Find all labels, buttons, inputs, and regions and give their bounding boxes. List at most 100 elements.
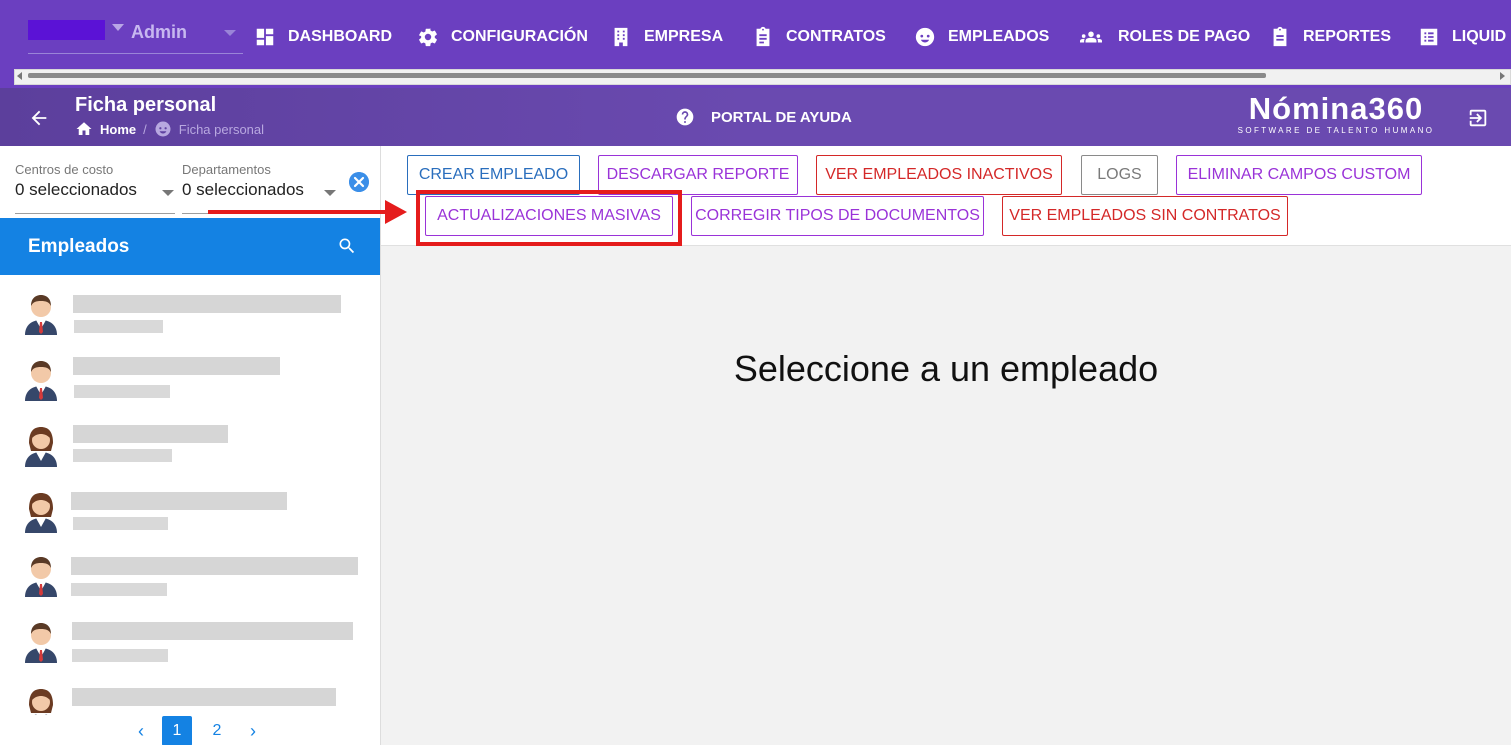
avatar-male-icon <box>25 623 57 663</box>
nav-contratos[interactable]: CONTRATOS <box>752 24 886 50</box>
chevron-left-icon[interactable]: ‹ <box>130 720 152 742</box>
help-portal-link[interactable]: PORTAL DE AYUDA <box>675 107 852 127</box>
nav-scrollbar-thumb[interactable] <box>28 73 1266 78</box>
search-icon[interactable] <box>337 236 357 256</box>
list-item[interactable] <box>0 547 380 611</box>
home-icon <box>76 122 92 135</box>
employee-name-redacted <box>73 357 280 375</box>
employee-id-redacted <box>73 517 168 530</box>
report-icon <box>1273 26 1287 47</box>
avatar-female-icon <box>25 493 57 533</box>
dashboard-icon <box>256 28 274 46</box>
employee-name-redacted <box>73 425 228 443</box>
clipboard-icon <box>756 26 770 47</box>
chevron-down-icon[interactable] <box>112 24 124 31</box>
role-selector[interactable]: Admin <box>131 22 187 43</box>
chevron-down-icon[interactable] <box>324 190 336 196</box>
empty-state-message: Seleccione a un empleado <box>733 348 1159 389</box>
breadcrumb-current: Ficha personal <box>178 121 265 137</box>
arrow-right-icon <box>385 200 407 224</box>
nav-label: EMPRESA <box>644 28 724 45</box>
employee-id-redacted <box>72 649 168 662</box>
list-item[interactable] <box>0 287 380 351</box>
logs-button[interactable]: LOGS <box>1081 155 1158 195</box>
list-icon <box>1420 28 1438 46</box>
logout-icon[interactable] <box>1467 107 1489 129</box>
departments-value[interactable]: 0 seleccionados <box>182 180 342 200</box>
avatar-female-icon <box>25 427 57 467</box>
view-employees-without-contracts-button[interactable]: VER EMPLEADOS SIN CONTRATOS <box>1002 196 1288 236</box>
nav-reportes[interactable]: REPORTES <box>1269 24 1391 50</box>
brand-logo: Nómina360 SOFTWARE DE TALENTO HUMANO <box>1236 92 1436 136</box>
breadcrumb: Home / Ficha personal <box>75 120 264 138</box>
employee-name-redacted <box>71 557 358 575</box>
scroll-right-icon[interactable] <box>1500 72 1505 80</box>
employee-name-redacted <box>72 688 336 706</box>
nav-liquidaciones[interactable]: LIQUID <box>1418 24 1506 50</box>
employee-id-redacted <box>71 583 167 596</box>
nav-label: ROLES DE PAGO <box>1118 28 1251 45</box>
departments-filter[interactable]: Departamentos 0 seleccionados <box>182 162 342 214</box>
employees-title: Empleados <box>28 236 130 257</box>
list-item[interactable] <box>0 419 380 483</box>
employee-name-redacted <box>71 492 287 510</box>
avatar-male-icon <box>25 361 57 401</box>
nav-label: CONFIGURACIÓN <box>451 28 588 45</box>
people-icon <box>1080 31 1102 43</box>
view-inactive-employees-button[interactable]: VER EMPLEADOS INACTIVOS <box>816 155 1062 195</box>
list-item[interactable] <box>0 351 380 415</box>
fix-document-types-button[interactable]: CORREGIR TIPOS DE DOCUMENTOS <box>691 196 984 236</box>
cost-centers-value[interactable]: 0 seleccionados <box>15 180 175 200</box>
nav-empresa[interactable]: EMPRESA <box>610 24 723 50</box>
list-item[interactable] <box>0 613 380 677</box>
cost-centers-underline <box>15 213 175 214</box>
chevron-right-icon[interactable]: › <box>242 720 264 742</box>
departments-label: Departamentos <box>182 162 271 177</box>
company-selector[interactable] <box>28 20 105 40</box>
annotation-arrow <box>208 210 388 214</box>
chevron-down-icon[interactable] <box>162 190 174 196</box>
nav-label: LIQUID <box>1452 28 1507 45</box>
avatar-male-icon <box>25 557 57 597</box>
gear-icon <box>419 28 437 47</box>
nav-dashboard[interactable]: DASHBOARD <box>254 24 392 50</box>
page-1-button[interactable]: 1 <box>162 716 192 745</box>
avatar-female-icon <box>29 689 53 715</box>
help-portal-label: PORTAL DE AYUDA <box>711 108 852 126</box>
role-selector-underline <box>28 53 243 54</box>
list-item[interactable] <box>0 483 380 547</box>
cost-centers-label: Centros de costo <box>15 162 114 177</box>
chevron-down-icon[interactable] <box>224 30 236 36</box>
page-title: Ficha personal <box>75 94 217 116</box>
employee-detail-area <box>381 246 1511 745</box>
employee-name-redacted <box>72 622 353 640</box>
breadcrumb-home[interactable]: Home <box>100 122 136 137</box>
face-icon <box>915 27 935 47</box>
employee-id-redacted <box>73 449 172 462</box>
brand-tagline: SOFTWARE DE TALENTO HUMANO <box>1237 126 1435 135</box>
cost-centers-filter[interactable]: Centros de costo 0 seleccionados <box>15 162 175 214</box>
nav-label: REPORTES <box>1303 28 1392 45</box>
highlight-box <box>416 190 682 246</box>
nav-label: DASHBOARD <box>288 28 392 45</box>
back-arrow-icon[interactable] <box>28 107 50 129</box>
nav-label: CONTRATOS <box>786 28 886 45</box>
list-item[interactable] <box>0 679 380 715</box>
download-report-button[interactable]: DESCARGAR REPORTE <box>598 155 798 195</box>
help-icon <box>676 108 694 126</box>
nav-roles-de-pago[interactable]: ROLES DE PAGO <box>1076 24 1250 50</box>
nav-empleados[interactable]: EMPLEADOS <box>914 24 1049 50</box>
avatar-male-icon <box>25 295 57 335</box>
face-icon <box>155 121 171 137</box>
employee-id-redacted <box>74 320 163 333</box>
building-icon <box>614 27 628 47</box>
employee-name-redacted <box>73 295 341 313</box>
nav-configuracion[interactable]: CONFIGURACIÓN <box>417 24 588 50</box>
brand-name: Nómina360 <box>1248 91 1424 126</box>
create-employee-button[interactable]: CREAR EMPLEADO <box>407 155 580 195</box>
delete-custom-fields-button[interactable]: ELIMINAR CAMPOS CUSTOM <box>1176 155 1422 195</box>
clear-filters-icon[interactable] <box>349 172 369 192</box>
page-2-button[interactable]: 2 <box>202 716 232 745</box>
scroll-left-icon[interactable] <box>17 72 22 80</box>
pagination: ‹ 1 2 › <box>130 716 264 745</box>
